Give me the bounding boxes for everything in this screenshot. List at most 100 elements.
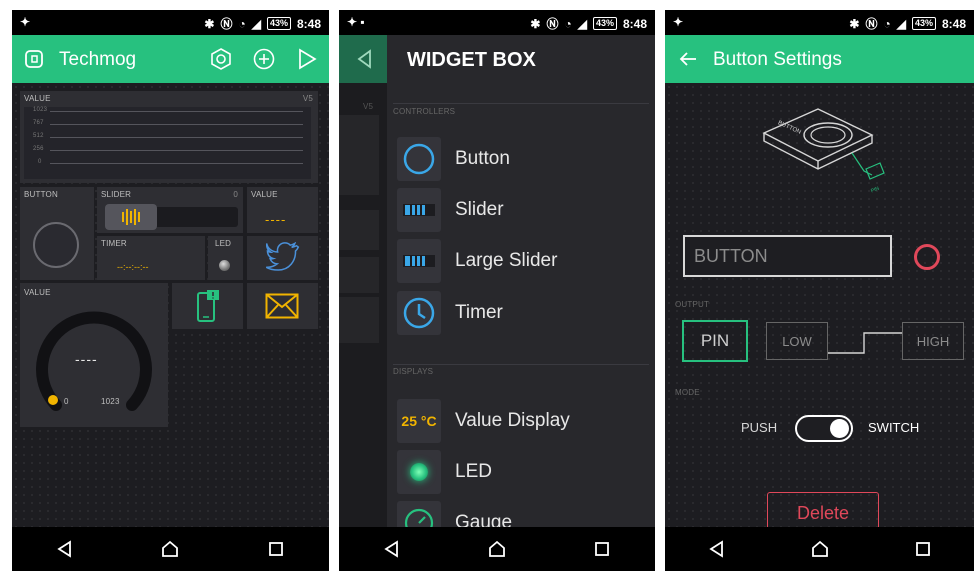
button-widget-icon xyxy=(397,137,441,181)
widget-label: VALUE xyxy=(24,288,51,297)
app-bar: Button Settings xyxy=(665,35,974,83)
battery-indicator: 43% xyxy=(592,17,617,30)
play-icon[interactable] xyxy=(296,48,318,70)
peek-pin-label: V5 xyxy=(363,102,374,111)
button-illustration xyxy=(762,108,885,180)
delete-label: Delete xyxy=(796,502,850,523)
twitter-icon xyxy=(266,242,300,271)
slider-value: 0 xyxy=(233,190,238,199)
round-button-control[interactable] xyxy=(33,222,79,268)
gridline xyxy=(50,150,303,151)
twitter-widget[interactable] xyxy=(247,236,318,280)
value-display-widget[interactable]: VALUE ---- xyxy=(247,187,318,233)
high-value-button[interactable]: HIGH xyxy=(902,322,964,360)
project-icon[interactable] xyxy=(24,49,44,69)
led-widget[interactable]: LED xyxy=(208,236,243,280)
gauge-max-label: 1023 xyxy=(101,397,120,406)
widget-label: TIMER xyxy=(101,239,127,248)
clock: 8:48 xyxy=(296,16,321,31)
wifi-icon: ◔ xyxy=(564,16,572,31)
drawer-title: WIDGET BOX xyxy=(407,49,536,71)
signal-icon: ◢ xyxy=(896,16,906,31)
nfc-icon: Ⓝ xyxy=(865,17,878,31)
gauge-value-dot xyxy=(48,395,58,405)
widget-item-large-slider[interactable]: Large Slider xyxy=(397,239,557,283)
mode-toggle-switch[interactable] xyxy=(795,415,853,442)
widget-item-timer[interactable]: Timer xyxy=(397,291,503,335)
gauge-widget[interactable]: VALUE ---- 0 1023 xyxy=(20,283,168,427)
widget-item-led[interactable]: LED xyxy=(397,450,492,494)
email-widget[interactable] xyxy=(247,283,318,329)
back-arrow-icon[interactable] xyxy=(679,51,697,67)
pin-select-button[interactable]: PIN xyxy=(682,320,748,362)
slider-widget[interactable]: SLIDER 0 xyxy=(97,187,243,233)
home-icon[interactable] xyxy=(160,539,180,559)
button-widget[interactable]: BUTTON xyxy=(20,187,94,280)
add-widget-icon[interactable] xyxy=(253,48,275,70)
divider xyxy=(393,364,649,365)
widget-label: LED xyxy=(215,239,232,248)
widget-item-value-display[interactable]: 25 °C Value Display xyxy=(397,399,570,443)
low-value-button[interactable]: LOW xyxy=(766,322,828,360)
notification-icon: ✦ ▪ xyxy=(347,15,365,29)
gauge-min-label: 0 xyxy=(64,397,69,406)
widget-item-label: LED xyxy=(455,461,492,482)
android-nav-bar xyxy=(12,527,329,571)
pin-label: V5 xyxy=(302,94,313,103)
phone-notification-icon xyxy=(197,290,219,322)
widget-item-slider[interactable]: Slider xyxy=(397,188,504,232)
widget-item-button[interactable]: Button xyxy=(397,137,510,181)
gridline xyxy=(50,137,303,138)
widget-item-label: Timer xyxy=(455,302,503,323)
tick-label: 767 xyxy=(33,120,44,126)
peek-tile xyxy=(339,210,379,250)
wifi-icon: ◔ xyxy=(238,16,246,31)
toggle-knob xyxy=(830,419,849,438)
push-mode-label: PUSH xyxy=(741,420,778,435)
home-icon[interactable] xyxy=(487,539,507,559)
collapse-arrow-icon[interactable] xyxy=(355,49,375,69)
bluetooth-icon: ✱ xyxy=(204,16,215,31)
widget-item-label: Value Display xyxy=(455,410,570,431)
color-picker-button[interactable] xyxy=(914,244,940,270)
timer-widget[interactable]: TIMER --:--:--:-- xyxy=(97,236,205,280)
phone-button-settings: ✦ ✱ Ⓝ ◔ ◢ 43% 8:48 Button Settings BUTTO… xyxy=(665,10,974,571)
settings-icon[interactable] xyxy=(210,48,232,70)
recents-icon[interactable] xyxy=(913,539,933,559)
section-header-controllers: CONTROLLERS xyxy=(393,107,456,116)
widget-item-label: Button xyxy=(455,148,510,169)
gridline xyxy=(50,111,303,112)
android-nav-bar xyxy=(339,527,655,571)
status-bar: ✦ ✱ Ⓝ ◔ ◢ 43% 8:48 xyxy=(12,10,329,35)
widget-name-value: BUTTON xyxy=(694,246,768,266)
recents-icon[interactable] xyxy=(592,539,612,559)
high-value-label: HIGH xyxy=(916,333,950,349)
home-icon[interactable] xyxy=(810,539,830,559)
widget-label: VALUE xyxy=(251,190,278,199)
divider xyxy=(393,103,649,104)
settings-panel: BUTTON PIN BUTTON OUTPUT PIN LOW HIGH MO… xyxy=(665,83,974,534)
recents-icon[interactable] xyxy=(266,539,286,559)
output-section-label: OUTPUT xyxy=(675,300,710,309)
phone-widget-box: ✦ ▪ ✱ Ⓝ ◔ ◢ 43% 8:48 V5 WIDGET BOX CONTR… xyxy=(339,10,655,571)
led-widget-icon xyxy=(397,450,441,494)
peek-tile xyxy=(339,297,379,343)
status-bar: ✦ ▪ ✱ Ⓝ ◔ ◢ 43% 8:48 xyxy=(339,10,655,35)
widget-name-input[interactable]: BUTTON xyxy=(683,235,892,277)
push-notification-widget[interactable] xyxy=(172,283,243,329)
switch-mode-label: SWITCH xyxy=(868,420,920,435)
signal-icon: ◢ xyxy=(577,16,587,31)
back-icon[interactable] xyxy=(55,539,75,559)
clock: 8:48 xyxy=(941,16,966,31)
value-history-widget[interactable]: VALUE V5 1023 767 512 256 0 xyxy=(20,91,318,183)
timer-readout: --:--:--:-- xyxy=(117,262,149,272)
back-icon[interactable] xyxy=(382,539,402,559)
clock: 8:48 xyxy=(622,16,647,31)
nfc-icon: Ⓝ xyxy=(546,17,559,31)
widget-label: VALUE xyxy=(24,94,51,103)
nfc-icon: Ⓝ xyxy=(220,17,233,31)
slider-widget-icon xyxy=(397,188,441,232)
tick-label: 256 xyxy=(33,146,44,152)
slider-handle[interactable] xyxy=(105,204,157,230)
back-icon[interactable] xyxy=(707,539,727,559)
